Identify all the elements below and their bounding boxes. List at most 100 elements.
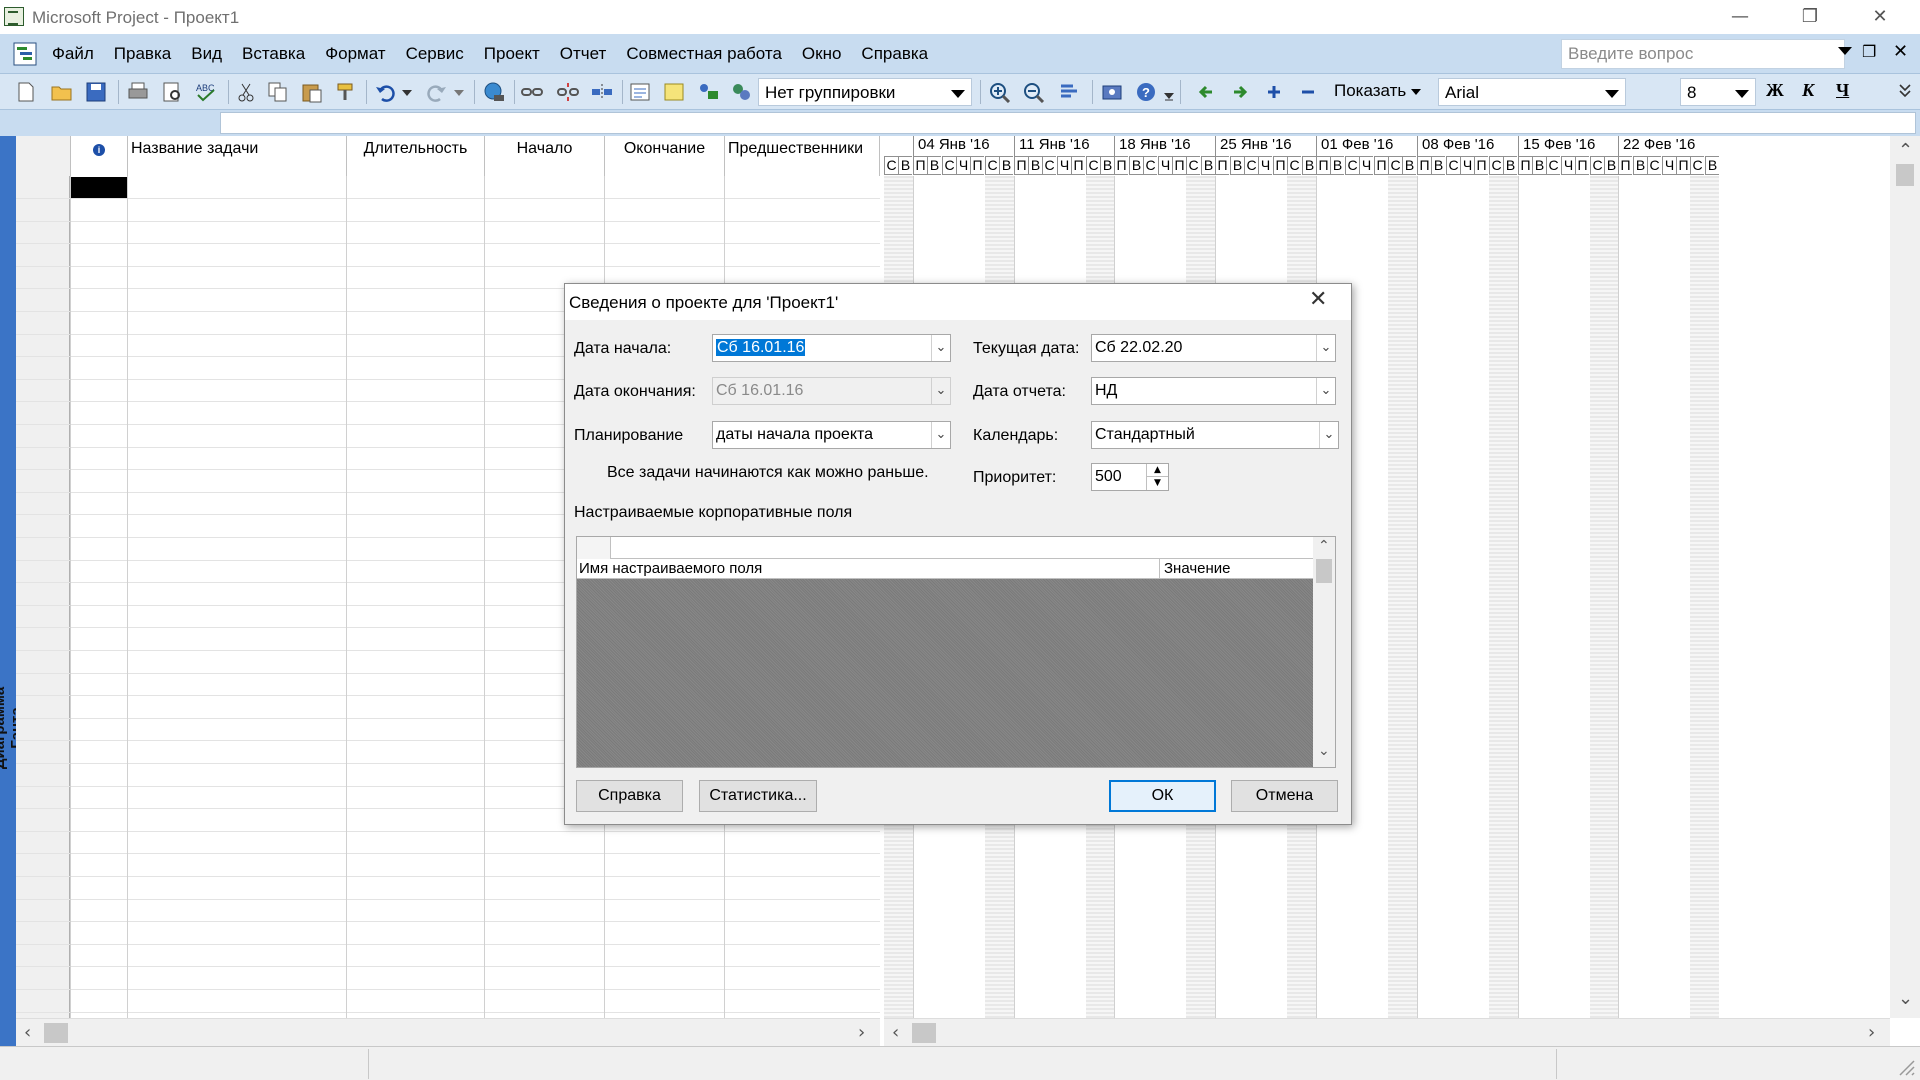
assign-resources-icon[interactable] <box>696 81 720 103</box>
schedule-from-select[interactable]: даты начала проекта ⌄ <box>712 421 951 449</box>
show-outline-button[interactable]: Показать <box>1334 81 1422 101</box>
open-icon[interactable] <box>50 81 74 103</box>
chevron-down-icon[interactable]: ⌄ <box>931 335 950 361</box>
menu-tools[interactable]: Сервис <box>406 44 464 64</box>
copy-icon[interactable] <box>266 81 290 103</box>
spin-down-icon[interactable]: ▼ <box>1146 477 1168 490</box>
entry-field[interactable] <box>220 112 1916 134</box>
chevron-down-icon[interactable]: ⌄ <box>1319 422 1338 448</box>
task-information-icon[interactable] <box>628 81 652 103</box>
menu-project[interactable]: Проект <box>484 44 540 64</box>
save-icon[interactable] <box>84 81 108 103</box>
font-select[interactable]: Arial <box>1438 78 1626 106</box>
calendar-select[interactable]: Стандартный ⌄ <box>1091 421 1339 449</box>
minimize-button[interactable]: — <box>1710 0 1770 34</box>
ask-question-input[interactable]: Введите вопрос <box>1561 39 1845 69</box>
scroll-left-icon[interactable]: ‹ <box>892 1022 899 1043</box>
cut-icon[interactable] <box>234 81 258 103</box>
scroll-right-icon[interactable]: › <box>858 1022 865 1043</box>
active-cell[interactable] <box>71 177 127 198</box>
vertical-scroll-thumb[interactable] <box>1896 164 1914 186</box>
print-icon[interactable] <box>126 81 150 103</box>
close-window-button[interactable]: ✕ <box>1850 0 1910 34</box>
show-subtasks-icon[interactable] <box>1262 81 1286 103</box>
chevron-down-icon[interactable]: ⌄ <box>1316 335 1335 361</box>
toolbar-overflow-icon[interactable] <box>1896 81 1914 103</box>
menu-view[interactable]: Вид <box>191 44 222 64</box>
scroll-to-task-icon[interactable] <box>1058 81 1082 103</box>
zoom-out-icon[interactable] <box>1022 81 1046 103</box>
restore-button[interactable]: ❐ <box>1780 0 1840 34</box>
column-header-duration[interactable]: Длительность <box>347 136 485 176</box>
gantt-vertical-scrollbar[interactable]: ⌃ ⌄ <box>1890 136 1920 1018</box>
menu-collaborate[interactable]: Совместная работа <box>626 44 782 64</box>
custom-fields-scroll-thumb[interactable] <box>1316 559 1332 583</box>
document-close-button[interactable]: ✕ <box>1893 41 1908 62</box>
menu-window[interactable]: Окно <box>802 44 842 64</box>
statistics-button[interactable]: Статистика... <box>699 780 817 812</box>
underline-button[interactable]: Ч <box>1836 80 1849 101</box>
toolbar-options-icon[interactable] <box>1162 81 1176 103</box>
custom-fields-entry-row[interactable] <box>577 537 1313 559</box>
view-bar[interactable]: Диаграмма Ганта <box>0 136 25 1046</box>
outdent-icon[interactable] <box>1194 81 1218 103</box>
cancel-button[interactable]: Отмена <box>1231 780 1338 812</box>
menu-report[interactable]: Отчет <box>560 44 607 64</box>
menu-format[interactable]: Формат <box>325 44 385 64</box>
link-tasks-icon[interactable] <box>520 81 544 103</box>
paste-icon[interactable] <box>300 81 324 103</box>
zoom-in-icon[interactable] <box>988 81 1012 103</box>
menu-edit[interactable]: Правка <box>114 44 171 64</box>
ok-button[interactable]: ОК <box>1109 780 1216 812</box>
document-icon[interactable] <box>8 41 42 67</box>
help-icon[interactable]: ? <box>1134 81 1158 103</box>
split-task-icon[interactable] <box>590 81 614 103</box>
undo-dropdown-icon[interactable] <box>400 81 414 103</box>
chevron-down-icon[interactable]: ⌄ <box>931 422 950 448</box>
status-date-field[interactable]: НД ⌄ <box>1091 377 1336 405</box>
resize-grip-icon[interactable] <box>1896 1057 1916 1077</box>
column-header-start[interactable]: Начало <box>485 136 605 176</box>
menu-insert[interactable]: Вставка <box>242 44 305 64</box>
print-preview-icon[interactable] <box>160 81 184 103</box>
menu-file[interactable]: Файл <box>52 44 94 64</box>
custom-fields-scrollbar[interactable]: ⌃ ⌄ <box>1313 537 1335 767</box>
undo-icon[interactable] <box>374 81 398 103</box>
table-scroll-thumb[interactable] <box>44 1023 68 1043</box>
spin-up-icon[interactable]: ▲ <box>1146 464 1168 477</box>
scroll-up-icon[interactable]: ⌃ <box>1318 538 1330 554</box>
bold-button[interactable]: Ж <box>1766 80 1784 101</box>
select-all-corner[interactable] <box>16 136 71 176</box>
redo-icon[interactable] <box>424 81 448 103</box>
start-date-field[interactable]: Сб 16.01.16 ⌄ <box>712 334 951 362</box>
custom-fields-grid[interactable]: Имя настраиваемого поля Значение ⌃ ⌄ <box>576 536 1336 768</box>
scroll-down-icon[interactable]: ⌄ <box>1898 988 1913 1009</box>
unlink-tasks-icon[interactable] <box>556 81 580 103</box>
grouping-select[interactable]: Нет группировки <box>758 78 972 106</box>
scroll-right-icon[interactable]: › <box>1868 1022 1875 1043</box>
scroll-down-icon[interactable]: ⌄ <box>1318 743 1330 759</box>
font-size-select[interactable]: 8 <box>1680 78 1756 106</box>
hyperlink-icon[interactable] <box>482 81 506 103</box>
gantt-scroll-thumb[interactable] <box>912 1023 936 1043</box>
scroll-left-icon[interactable]: ‹ <box>24 1022 31 1043</box>
format-painter-icon[interactable] <box>334 81 358 103</box>
scroll-up-icon[interactable]: ⌃ <box>1898 140 1913 161</box>
current-date-field[interactable]: Сб 22.02.20 ⌄ <box>1091 334 1336 362</box>
priority-stepper[interactable]: 500 ▲ ▼ <box>1091 463 1169 491</box>
document-restore-button[interactable]: ❐ <box>1862 42 1876 62</box>
table-horizontal-scrollbar[interactable]: ‹ › <box>16 1018 880 1046</box>
spelling-icon[interactable]: ABC <box>194 81 218 103</box>
chevron-down-icon[interactable]: ⌄ <box>1316 378 1335 404</box>
indicators-column-header[interactable]: i <box>71 136 128 176</box>
column-header-finish[interactable]: Окончание <box>605 136 725 176</box>
copy-picture-to-office-icon[interactable] <box>1100 81 1124 103</box>
column-header-task-name[interactable]: Название задачи <box>128 136 347 176</box>
menu-help[interactable]: Справка <box>861 44 928 64</box>
dialog-close-icon[interactable]: ✕ <box>1309 287 1327 312</box>
indent-icon[interactable] <box>1228 81 1252 103</box>
gantt-horizontal-scrollbar[interactable]: ‹ › <box>884 1018 1890 1046</box>
new-icon[interactable] <box>14 81 38 103</box>
column-header-predecessors[interactable]: Предшественники <box>725 136 880 176</box>
italic-button[interactable]: К <box>1802 80 1814 101</box>
